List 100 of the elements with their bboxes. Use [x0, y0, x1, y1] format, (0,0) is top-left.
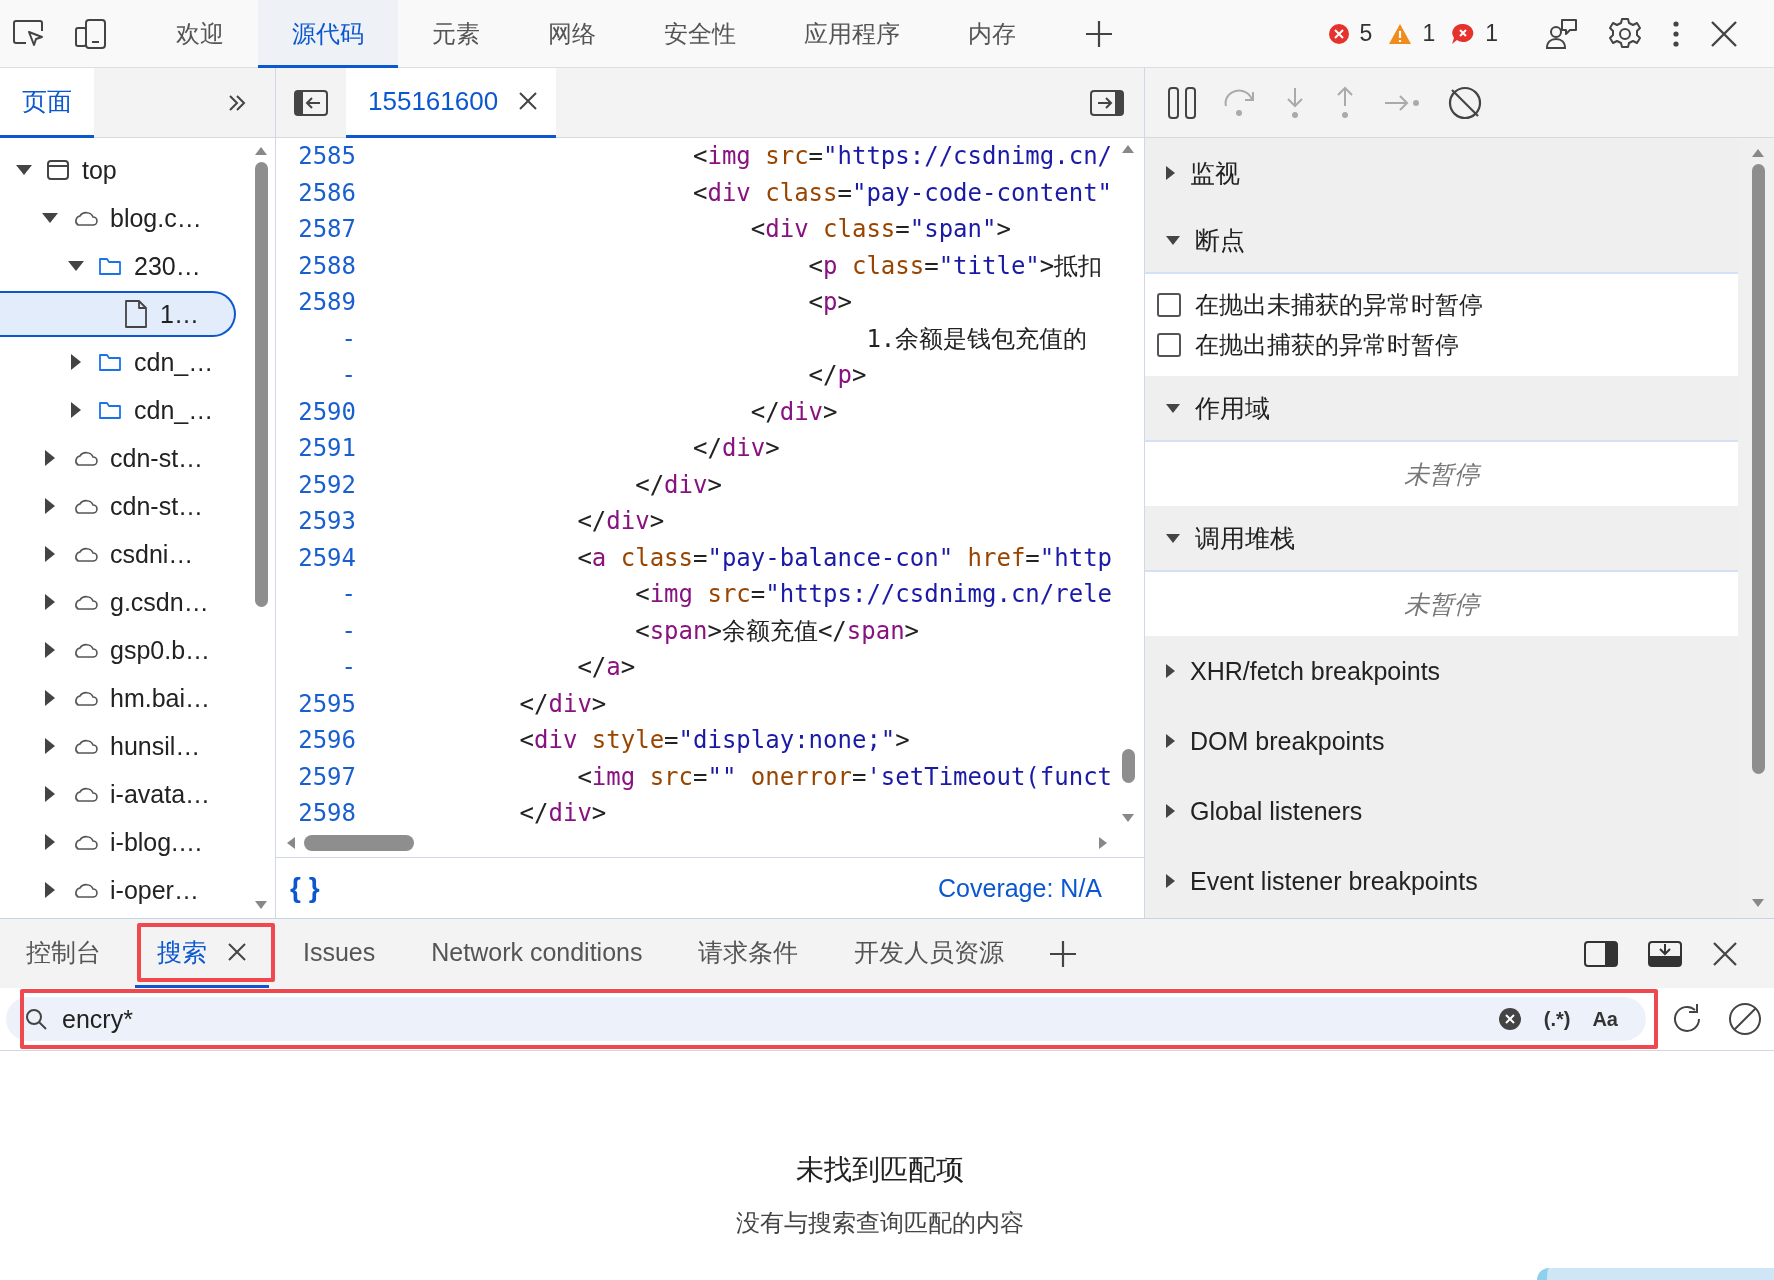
- section-title: XHR/fetch breakpoints: [1190, 656, 1441, 686]
- clear-icon[interactable]: [1728, 1002, 1762, 1036]
- cloud-icon: [72, 546, 98, 562]
- close-icon[interactable]: [1710, 19, 1738, 48]
- tree-item[interactable]: blog.c…: [0, 194, 236, 242]
- tree-item[interactable]: i-blog.…: [0, 818, 236, 866]
- tree-item[interactable]: hunsil…: [0, 722, 236, 770]
- close-icon[interactable]: [227, 942, 247, 962]
- search-field[interactable]: encry* (.*) Aa: [6, 997, 1646, 1041]
- tree-item[interactable]: i-oper…: [0, 866, 236, 914]
- scrollbar-thumb[interactable]: [304, 835, 414, 851]
- code-line: <a class="pay-balance-con" href="http: [576, 543, 1113, 572]
- drawer-tab-label: Issues: [303, 937, 376, 967]
- tree-item[interactable]: 230…: [0, 242, 236, 290]
- scroll-down-icon[interactable]: [1751, 898, 1765, 908]
- dock-side-icon[interactable]: [1584, 940, 1618, 967]
- format-button[interactable]: { }: [290, 872, 320, 904]
- collapsed-arrow-icon: [44, 641, 56, 659]
- line-number: -: [340, 580, 356, 609]
- scroll-down-icon[interactable]: [1121, 813, 1135, 823]
- tree-item[interactable]: hm.bai…: [0, 674, 236, 722]
- line-number: 2590: [297, 397, 356, 426]
- drawer-tab-label: 搜索: [157, 936, 207, 968]
- expanded-arrow-icon: [15, 164, 33, 176]
- scroll-left-icon[interactable]: [286, 836, 296, 850]
- settings-icon[interactable]: [1608, 16, 1642, 51]
- dock-bottom-icon[interactable]: [1648, 940, 1682, 967]
- tree-item[interactable]: cdn-st…: [0, 482, 236, 530]
- panel-tab[interactable]: 元素: [398, 0, 514, 68]
- count-label[interactable]: 1: [1485, 20, 1498, 47]
- tree-item[interactable]: cdn_…: [0, 386, 236, 434]
- drawer-tab[interactable]: 搜索: [135, 919, 269, 988]
- checkbox[interactable]: [1157, 293, 1181, 317]
- device-icon[interactable]: [74, 17, 108, 50]
- checkbox[interactable]: [1157, 333, 1181, 357]
- deactivate-breakpoints-icon[interactable]: [1447, 84, 1483, 121]
- scroll-right-icon[interactable]: [1098, 836, 1108, 850]
- tree-item[interactable]: cdn_…: [0, 338, 236, 386]
- drawer-tab[interactable]: 请求条件: [676, 919, 821, 988]
- clear-icon[interactable]: [1497, 1007, 1522, 1031]
- scroll-up-icon[interactable]: [1121, 144, 1135, 154]
- tree-item-label: i-avata…: [110, 779, 211, 809]
- section-title: 调用堆栈: [1195, 522, 1295, 554]
- more-icon[interactable]: [1672, 19, 1680, 48]
- section-title: 断点: [1195, 224, 1245, 256]
- code-line: </div>: [692, 434, 780, 463]
- section-title: DOM breakpoints: [1190, 726, 1385, 756]
- collapsed-arrow-icon: [1165, 663, 1176, 679]
- line-number: 2586: [297, 178, 356, 207]
- regex-toggle[interactable]: (.*): [1543, 1007, 1571, 1031]
- pane-tab[interactable]: 页面: [0, 67, 94, 138]
- sidebar-toggle-icon[interactable]: [294, 89, 328, 116]
- sidebar-toggle-icon[interactable]: [1090, 89, 1124, 116]
- drawer-tab[interactable]: 控制台: [4, 919, 123, 988]
- tree-item[interactable]: top: [0, 146, 236, 194]
- collapsed-arrow-icon: [44, 449, 56, 467]
- panel-tab[interactable]: 安全性: [630, 0, 770, 68]
- close-icon[interactable]: [518, 91, 539, 111]
- code-line: <div class="span">: [749, 215, 1011, 244]
- panel-tab[interactable]: 欢迎: [142, 0, 258, 68]
- tree-item[interactable]: cdn-st…: [0, 434, 236, 482]
- plus-icon[interactable]: [1084, 18, 1114, 49]
- panel-tab[interactable]: 应用程序: [770, 0, 934, 68]
- close-icon[interactable]: [1712, 940, 1738, 967]
- tree-item[interactable]: g.csdn…: [0, 578, 236, 626]
- panel-tab[interactable]: 源代码: [258, 0, 398, 68]
- file-tab[interactable]: 155161600: [346, 67, 557, 138]
- tree-item[interactable]: csdni…: [0, 530, 236, 578]
- panel-tab[interactable]: 网络: [514, 0, 630, 68]
- scroll-up-icon[interactable]: [254, 146, 268, 156]
- drawer-tab[interactable]: Issues: [281, 919, 398, 988]
- collapsed-arrow-icon: [44, 737, 56, 755]
- plus-icon[interactable]: [1048, 938, 1079, 969]
- count-label[interactable]: 1: [1422, 20, 1436, 47]
- panel-tab[interactable]: 内存: [934, 0, 1050, 68]
- coverage-link[interactable]: Coverage: N/A: [938, 873, 1102, 903]
- count-label[interactable]: 5: [1359, 20, 1373, 47]
- more-tabs-icon[interactable]: [227, 92, 247, 113]
- inspect-icon[interactable]: [12, 18, 46, 49]
- feedback-icon[interactable]: [1544, 17, 1578, 50]
- line-number: 2598: [297, 799, 356, 828]
- line-number: 2597: [297, 762, 356, 791]
- checkbox-label: 在抛出未捕获的异常时暂停: [1195, 290, 1483, 320]
- scrollbar-thumb[interactable]: [1121, 749, 1135, 783]
- cloud-icon: [72, 594, 98, 610]
- match-case-toggle[interactable]: Aa: [1592, 1007, 1618, 1031]
- tree-item[interactable]: gsp0.b…: [0, 626, 236, 674]
- scroll-down-icon[interactable]: [254, 900, 268, 910]
- line-number: 2591: [297, 434, 356, 463]
- cloud-icon: [72, 450, 98, 466]
- drawer-tab[interactable]: Network conditions: [409, 919, 665, 988]
- tree-item-label: i-blog.…: [110, 827, 204, 857]
- scrollbar-thumb[interactable]: [254, 162, 268, 607]
- drawer-tab[interactable]: 开发人员资源: [832, 919, 1027, 988]
- scrollbar-thumb[interactable]: [1751, 164, 1765, 774]
- collapsed-arrow-icon: [1165, 803, 1176, 819]
- scroll-up-icon[interactable]: [1751, 148, 1765, 158]
- tree-item[interactable]: 1…: [0, 291, 236, 337]
- pause-icon[interactable]: [1167, 85, 1197, 120]
- tree-item[interactable]: i-avata…: [0, 770, 236, 818]
